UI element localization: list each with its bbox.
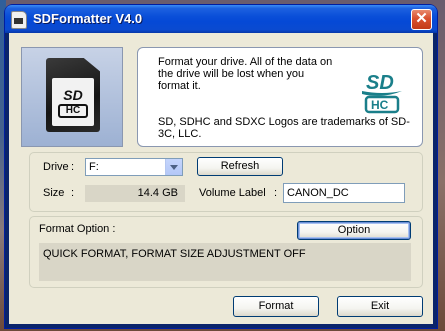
window-title: SDFormatter V4.0 <box>33 11 143 26</box>
volume-label-field[interactable]: CANON_DC <box>283 183 405 203</box>
volume-label-label: Volume Label <box>199 187 266 199</box>
size-colon: : <box>71 187 75 199</box>
info-panel: Format your drive. All of the data on th… <box>137 47 423 147</box>
sd-card-logo-text: SD <box>63 87 83 103</box>
format-option-value: QUICK FORMAT, FORMAT SIZE ADJUSTMENT OFF <box>39 243 411 281</box>
drive-label: Drive <box>43 161 69 173</box>
sd-card-app-icon <box>11 11 27 29</box>
dialog-body: SD HC Format your drive. All of the data… <box>9 33 433 324</box>
trademark-text: SD, SDHC and SDXC Logos are trademarks o… <box>158 116 410 140</box>
sdhc-logo-hc-text: HC <box>371 98 389 112</box>
format-button[interactable]: Format <box>233 296 319 317</box>
volume-label-colon: : <box>274 187 278 199</box>
format-option-label: Format Option : <box>39 223 116 235</box>
sd-card-graphic-panel: SD HC <box>21 47 123 147</box>
sdhc-logo-sd-text: SD <box>366 72 394 94</box>
drive-select[interactable]: F: <box>85 158 183 176</box>
drive-select-value: F: <box>89 161 99 173</box>
size-value: 14.4 GB <box>85 185 185 202</box>
option-button[interactable]: Option <box>297 221 411 240</box>
chevron-down-icon[interactable] <box>165 159 182 175</box>
sdhc-logo-icon: SD HC <box>362 72 402 114</box>
drive-colon: : <box>71 161 75 173</box>
close-button[interactable]: ✕ <box>411 9 432 30</box>
sd-card-hc-text: HC <box>58 104 88 118</box>
refresh-button[interactable]: Refresh <box>197 157 283 176</box>
size-label: Size <box>43 187 65 199</box>
title-bar[interactable]: SDFormatter V4.0 ✕ <box>5 5 437 33</box>
sdformatter-window: SDFormatter V4.0 ✕ SD HC Format your dri… <box>5 5 437 328</box>
format-warning-text: Format your drive. All of the data on th… <box>158 56 333 92</box>
exit-button[interactable]: Exit <box>337 296 423 317</box>
